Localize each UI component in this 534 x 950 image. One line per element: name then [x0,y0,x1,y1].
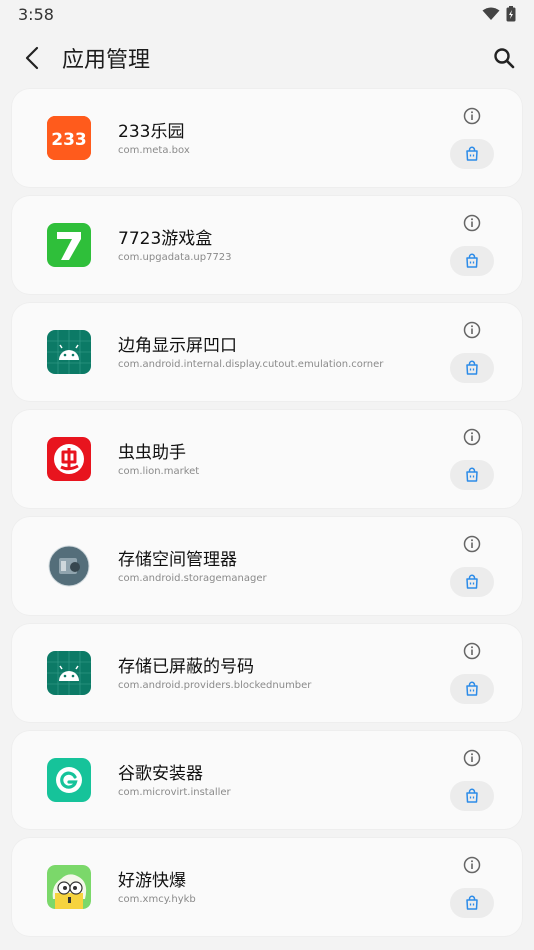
info-icon [463,535,481,553]
google-installer-icon [47,758,91,802]
shopping-bag-icon [466,681,478,696]
app-info-button[interactable] [461,640,483,662]
info-icon [463,856,481,874]
info-icon [463,642,481,660]
app-info-button[interactable] [461,533,483,555]
shopping-bag-icon [466,146,478,161]
shopping-bag-icon [466,253,478,268]
app-actions [450,640,494,704]
app-actions [450,747,494,811]
app-card[interactable]: 7723游戏盒 com.upgadata.up7723 [12,196,522,294]
app-card[interactable]: 存储空间管理器 com.android.storagemanager [12,517,522,615]
open-app-button[interactable] [450,139,494,169]
app-card[interactable]: 边角显示屏凹口 com.android.internal.display.cut… [12,303,522,401]
wifi-icon [482,7,500,20]
app-info-button[interactable] [461,854,483,876]
app-actions [450,212,494,276]
app-info-button[interactable] [461,105,483,127]
shopping-bag-icon [466,788,478,803]
app-info-button[interactable] [461,319,483,341]
app-card[interactable]: 233 233乐园 com.meta.box [12,89,522,187]
app-card[interactable]: 存储已屏蔽的号码 com.android.providers.blockednu… [12,624,522,722]
info-icon [463,428,481,446]
app-actions [450,319,494,383]
chongchong-icon [47,437,91,481]
open-app-button[interactable] [450,674,494,704]
app-actions [450,854,494,918]
app-actions [450,533,494,597]
shopping-bag-icon [466,895,478,910]
app-card[interactable]: 好游快爆 com.xmcy.hykb [12,838,522,936]
haoyou-icon [47,865,91,909]
battery-icon [506,6,516,22]
android-icon [47,651,91,695]
open-app-button[interactable] [450,567,494,597]
svg-text:233: 233 [51,130,87,150]
7723-icon [47,223,91,267]
app-info-button[interactable] [461,747,483,769]
status-time: 3:58 [18,4,54,24]
shopping-bag-icon [466,360,478,375]
back-button[interactable] [18,44,46,72]
open-app-button[interactable] [450,353,494,383]
status-bar: 3:58 [0,0,534,28]
status-icons [482,6,516,22]
info-icon [463,107,481,125]
back-arrow-icon [25,46,39,70]
app-bar: 应用管理 [0,28,534,88]
info-icon [463,214,481,232]
app-info-button[interactable] [461,426,483,448]
open-app-button[interactable] [450,888,494,918]
search-icon [494,48,515,69]
open-app-button[interactable] [450,781,494,811]
search-button[interactable] [488,42,520,74]
app-card[interactable]: 谷歌安装器 com.microvirt.installer [12,731,522,829]
app-actions [450,105,494,169]
app-card[interactable]: 虫虫助手 com.lion.market [12,410,522,508]
app-actions [450,426,494,490]
android-icon [47,330,91,374]
app-info-button[interactable] [461,212,483,234]
info-icon [463,321,481,339]
open-app-button[interactable] [450,246,494,276]
app-list: 233 233乐园 com.meta.box 7723游戏盒 com.upgad… [0,88,534,936]
open-app-button[interactable] [450,460,494,490]
storage-icon [47,544,91,588]
info-icon [463,749,481,767]
233-icon: 233 [47,116,91,160]
shopping-bag-icon [466,574,478,589]
page-title: 应用管理 [62,48,151,73]
shopping-bag-icon [466,467,478,482]
